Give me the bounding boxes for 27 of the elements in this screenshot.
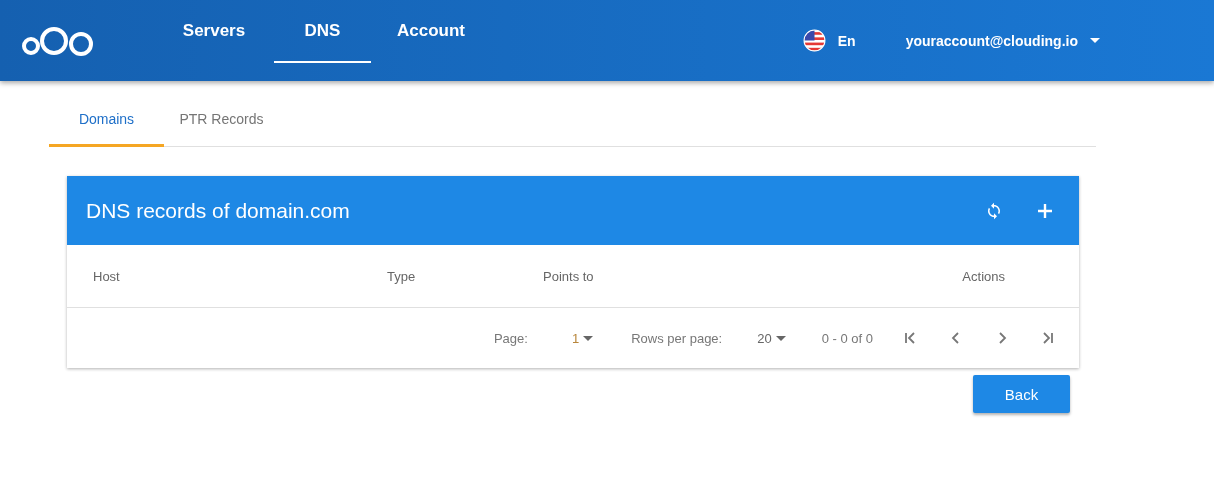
rows-select[interactable]: 20 (757, 330, 786, 346)
column-header: Points to (543, 268, 595, 284)
caret-icon (583, 335, 594, 341)
rows-per-page-label: Rows per page: (631, 330, 723, 346)
last-page-icon (1041, 331, 1055, 345)
column-header: Host (93, 268, 121, 284)
column-header: Type (387, 268, 417, 284)
language-label[interactable]: En (837, 32, 856, 49)
dropdown-caret-icon (1090, 38, 1100, 43)
range-label: 0 - 0 of 0 (821, 330, 873, 346)
tab[interactable]: PTR Records (164, 101, 279, 147)
refresh-icon (985, 201, 1003, 220)
account-email[interactable]: youraccount@clouding.io (905, 32, 1078, 49)
card-title: DNS records of domain.com (86, 198, 351, 223)
first-page-icon (903, 331, 917, 345)
back-button[interactable]: Back (973, 375, 1070, 413)
flag-icon[interactable] (802, 29, 826, 52)
page-label: Page: (493, 330, 528, 346)
tab[interactable]: Domains (49, 101, 164, 147)
page-select[interactable]: 1 (571, 330, 594, 346)
caret-icon (775, 335, 786, 341)
nav-link[interactable]: Servers (154, 0, 274, 63)
logo-icon (22, 25, 94, 56)
column-header: Actions (962, 268, 1005, 284)
nav-link[interactable]: Account (371, 0, 491, 63)
nav-link[interactable]: DNS (274, 0, 371, 63)
plus-icon (1037, 202, 1053, 219)
